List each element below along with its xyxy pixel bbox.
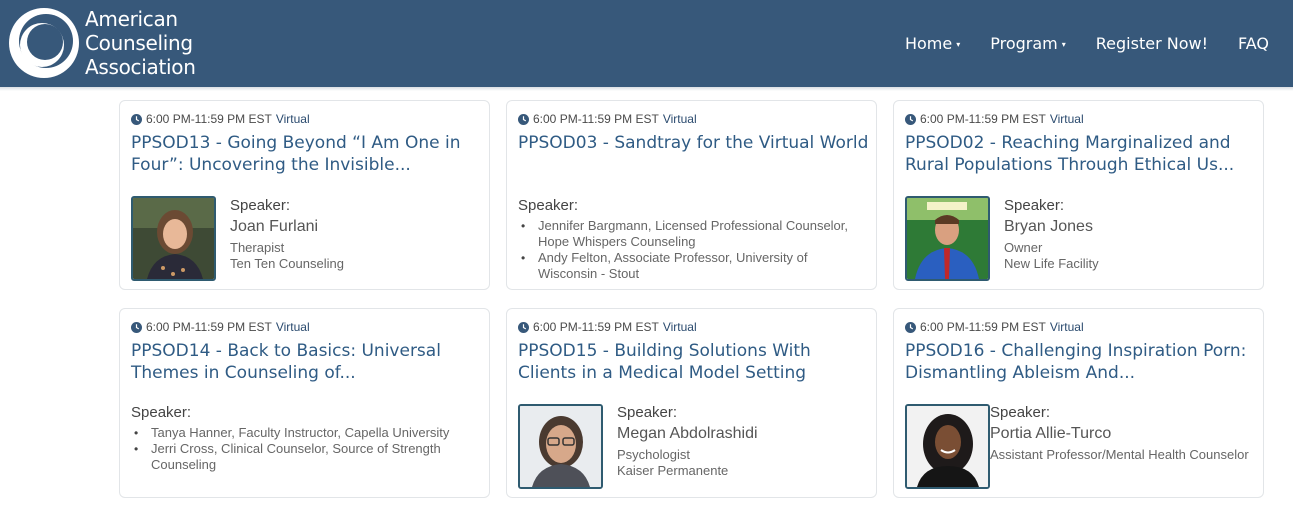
session-card[interactable]: 6:00 PM-11:59 PM EST Virtual PPSOD13 - G… xyxy=(119,100,490,290)
clock-icon xyxy=(905,321,916,333)
speaker-photo-image xyxy=(907,198,988,279)
session-card[interactable]: 6:00 PM-11:59 PM EST Virtual PPSOD15 - B… xyxy=(506,308,877,498)
nav-home[interactable]: Home ▾ xyxy=(905,34,960,53)
session-time: 6:00 PM-11:59 PM EST Virtual xyxy=(518,112,697,126)
speaker-photo-image xyxy=(520,406,601,487)
speaker-role: Therapist xyxy=(230,240,285,255)
speaker-label: Speaker: xyxy=(990,404,1051,421)
speaker-role: Assistant Professor/Mental Health Counse… xyxy=(990,447,1249,462)
speaker-photo[interactable] xyxy=(905,404,990,489)
nav-register[interactable]: Register Now! xyxy=(1096,34,1208,53)
session-card[interactable]: 6:00 PM-11:59 PM EST Virtual PPSOD16 - C… xyxy=(893,308,1264,498)
clock-icon xyxy=(131,321,142,333)
speaker-org: Kaiser Permanente xyxy=(617,463,729,478)
list-item[interactable]: Jennifer Bargmann, Licensed Professional… xyxy=(518,218,858,250)
session-time-text: 6:00 PM-11:59 PM EST xyxy=(533,112,659,126)
session-time-text: 6:00 PM-11:59 PM EST xyxy=(920,320,1046,334)
chevron-down-icon: ▾ xyxy=(1061,39,1066,49)
session-time: 6:00 PM-11:59 PM EST Virtual xyxy=(905,112,1084,126)
speaker-photo[interactable] xyxy=(131,196,216,281)
logo-line: Counseling xyxy=(85,31,193,55)
speaker-name[interactable]: Bryan Jones xyxy=(1004,218,1093,236)
speaker-photo[interactable] xyxy=(905,196,990,281)
session-format: Virtual xyxy=(275,320,310,334)
speaker-photo-image xyxy=(133,198,214,279)
session-title[interactable]: PPSOD14 - Back to Basics: Universal Them… xyxy=(131,340,483,384)
nav-register-label: Register Now! xyxy=(1095,33,1208,53)
session-title[interactable]: PPSOD15 - Building Solutions With Client… xyxy=(518,340,870,384)
speaker-label: Speaker: xyxy=(230,197,291,214)
clock-icon xyxy=(131,113,142,125)
speaker-name[interactable]: Joan Furlani xyxy=(230,218,318,236)
session-format: Virtual xyxy=(662,112,697,126)
session-format: Virtual xyxy=(1049,320,1084,334)
speaker-role: Owner xyxy=(1004,240,1043,255)
list-item[interactable]: Andy Felton, Associate Professor, Univer… xyxy=(518,250,858,282)
session-time: 6:00 PM-11:59 PM EST Virtual xyxy=(905,320,1084,334)
session-time: 6:00 PM-11:59 PM EST Virtual xyxy=(131,320,310,334)
session-time-text: 6:00 PM-11:59 PM EST xyxy=(920,112,1046,126)
chevron-down-icon: ▾ xyxy=(956,39,961,49)
session-title[interactable]: PPSOD02 - Reaching Marginalized and Rura… xyxy=(905,132,1257,176)
main-nav: Home ▾ Program ▾ Register Now! FAQ xyxy=(905,32,1293,54)
clock-icon xyxy=(905,113,916,125)
session-title[interactable]: PPSOD16 - Challenging Inspiration Porn: … xyxy=(905,340,1257,384)
speaker-org: Ten Ten Counseling xyxy=(230,256,344,271)
speaker-label: Speaker: xyxy=(1004,197,1065,214)
logo-line: Association xyxy=(85,55,196,79)
session-time: 6:00 PM-11:59 PM EST Virtual xyxy=(518,320,697,334)
header-shadow xyxy=(0,87,1293,91)
speaker-list: Tanya Hanner, Faculty Instructor, Capell… xyxy=(131,425,451,473)
speaker-list: Jennifer Bargmann, Licensed Professional… xyxy=(518,218,858,282)
nav-program[interactable]: Program ▾ xyxy=(990,34,1066,53)
logo-line: American xyxy=(85,7,178,31)
speaker-org: New Life Facility xyxy=(1004,256,1099,271)
speaker-photo[interactable] xyxy=(518,404,603,489)
speaker-role: Psychologist xyxy=(617,447,690,462)
speaker-label: Speaker: xyxy=(131,404,192,421)
session-card[interactable]: 6:00 PM-11:59 PM EST Virtual PPSOD02 - R… xyxy=(893,100,1264,290)
speaker-photo-image xyxy=(907,406,988,487)
session-card[interactable]: 6:00 PM-11:59 PM EST Virtual PPSOD14 - B… xyxy=(119,308,490,498)
session-format: Virtual xyxy=(662,320,697,334)
nav-home-label: Home xyxy=(904,33,953,53)
speaker-name[interactable]: Megan Abdolrashidi xyxy=(617,425,758,443)
aca-logo-icon[interactable] xyxy=(7,6,81,80)
nav-program-label: Program xyxy=(990,33,1058,53)
session-time-text: 6:00 PM-11:59 PM EST xyxy=(146,112,272,126)
speaker-label: Speaker: xyxy=(617,404,678,421)
list-item[interactable]: Tanya Hanner, Faculty Instructor, Capell… xyxy=(131,425,451,441)
clock-icon xyxy=(518,321,529,333)
session-title[interactable]: PPSOD13 - Going Beyond “I Am One in Four… xyxy=(131,132,483,176)
speaker-label: Speaker: xyxy=(518,197,579,214)
nav-faq[interactable]: FAQ xyxy=(1238,34,1269,53)
logo-wordmark[interactable]: American Counseling Association xyxy=(85,7,196,79)
nav-faq-label: FAQ xyxy=(1238,33,1269,53)
clock-icon xyxy=(518,113,529,125)
site-header: American Counseling Association Home ▾ P… xyxy=(0,0,1293,87)
session-title[interactable]: PPSOD03 - Sandtray for the Virtual World xyxy=(518,132,870,154)
session-time: 6:00 PM-11:59 PM EST Virtual xyxy=(131,112,310,126)
speaker-name[interactable]: Portia Allie-Turco xyxy=(990,425,1111,443)
list-item[interactable]: Jerri Cross, Clinical Counselor, Source … xyxy=(131,441,451,473)
session-time-text: 6:00 PM-11:59 PM EST xyxy=(533,320,659,334)
session-card[interactable]: 6:00 PM-11:59 PM EST Virtual PPSOD03 - S… xyxy=(506,100,877,290)
session-time-text: 6:00 PM-11:59 PM EST xyxy=(146,320,272,334)
session-format: Virtual xyxy=(275,112,310,126)
session-format: Virtual xyxy=(1049,112,1084,126)
